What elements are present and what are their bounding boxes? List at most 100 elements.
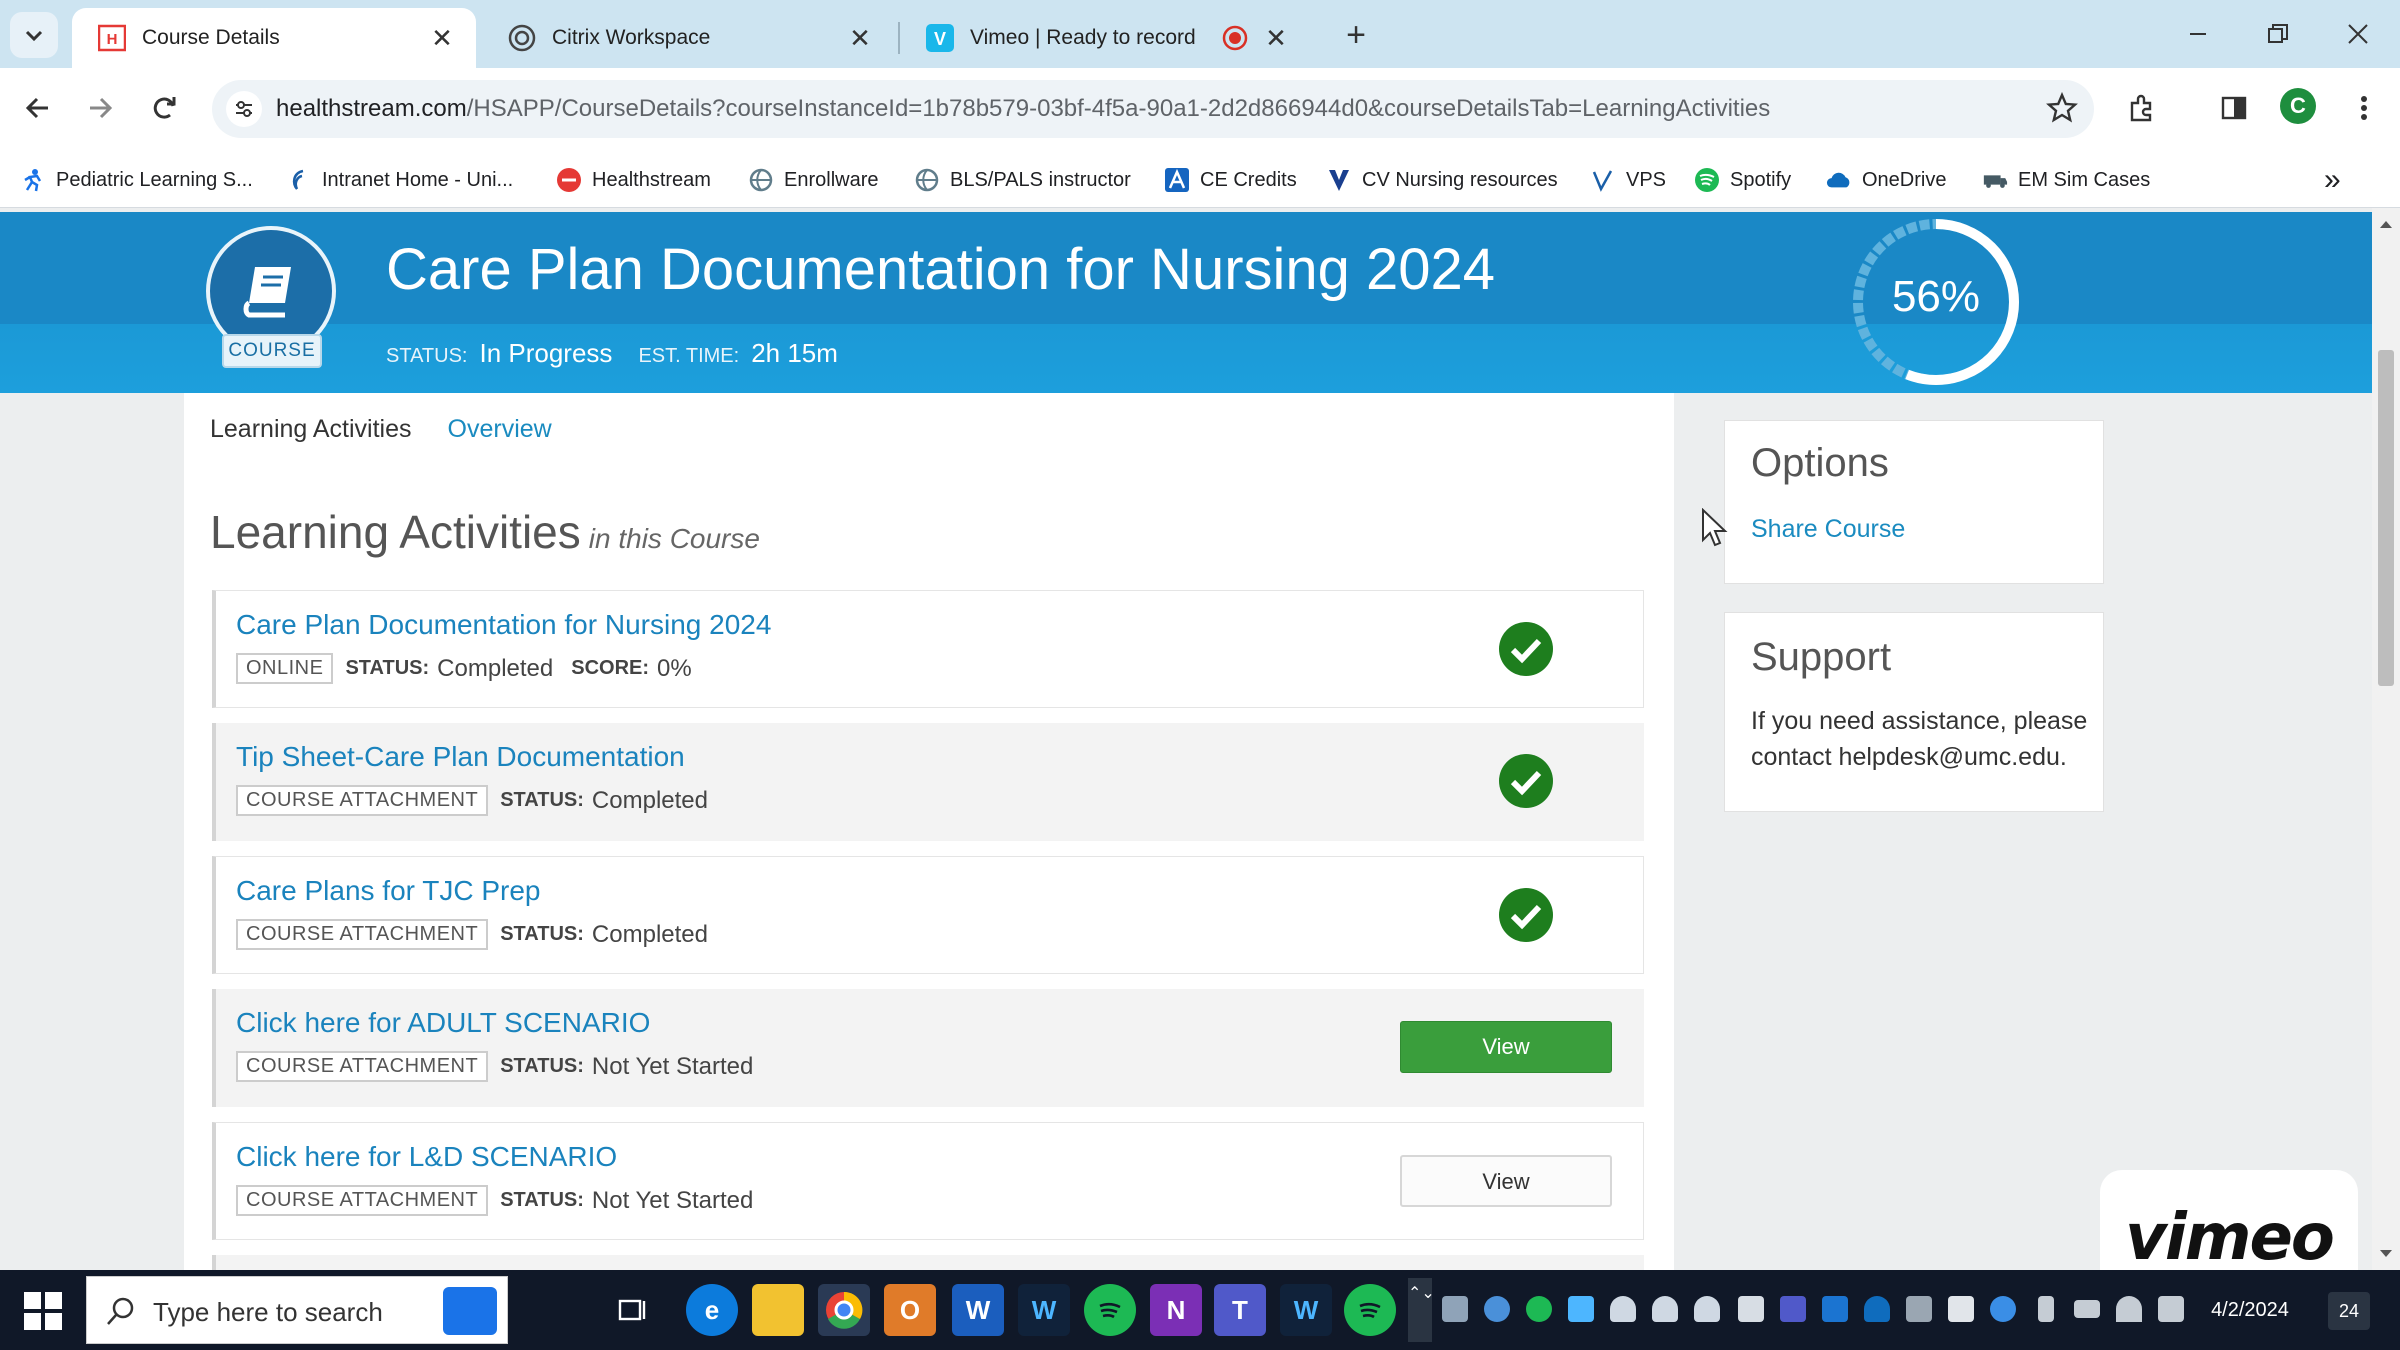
tray-app-icon[interactable]	[1906, 1296, 1932, 1322]
outlook-tray-icon[interactable]	[1822, 1296, 1848, 1322]
bookmark-enrollware[interactable]: Enrollware	[748, 152, 878, 208]
taskbar-date[interactable]: 4/2/2024	[2200, 1286, 2300, 1334]
webex-icon[interactable]: W	[1018, 1284, 1070, 1336]
volume-icon[interactable]	[2158, 1296, 2184, 1322]
windows-start-icon[interactable]	[22, 1290, 64, 1332]
cloud-tray-icon[interactable]	[1694, 1296, 1720, 1322]
arrow-right-icon	[90, 97, 113, 119]
bookmark-label: CE Credits	[1200, 168, 1297, 191]
minimize-button[interactable]	[2168, 14, 2228, 54]
close-window-button[interactable]	[2328, 14, 2388, 54]
tray-overflow-icon[interactable]: ⌃⌄	[1408, 1278, 1435, 1342]
microphone-icon[interactable]	[2038, 1296, 2054, 1322]
close-tab-icon[interactable]: ✕	[1262, 23, 1290, 53]
profile-avatar[interactable]: C	[2280, 88, 2316, 124]
teams-icon[interactable]: T	[1214, 1284, 1266, 1336]
tab-vimeo[interactable]: V Vimeo | Ready to record ✕	[900, 8, 1310, 68]
support-card: Support If you need assistance, please c…	[1724, 612, 2104, 812]
activity-title-link[interactable]: Tip Sheet-Care Plan Documentation	[236, 741, 685, 773]
tab-strip: H Course Details ✕ Citrix Workspace ✕ V …	[0, 0, 2400, 68]
word-icon[interactable]: W	[952, 1284, 1004, 1336]
bookmark-cv-nursing[interactable]: CV Nursing resources	[1326, 152, 1558, 208]
tray-app-icon[interactable]	[1484, 1296, 1510, 1322]
file-explorer-icon[interactable]	[752, 1284, 804, 1336]
score-label: SCORE:	[571, 657, 650, 679]
tab-search-button[interactable]	[10, 12, 58, 58]
activity-title-link[interactable]: Click here for ADULT SCENARIO	[236, 1007, 650, 1039]
new-tab-button[interactable]: +	[1334, 16, 1378, 56]
spotify-icon[interactable]	[1084, 1284, 1136, 1336]
address-bar[interactable]: healthstream.com/HSAPP/CourseDetails?cou…	[212, 80, 2094, 138]
bookmark-bls-pals[interactable]: BLS/PALS instructor	[914, 152, 1131, 208]
bookmark-pediatric-learning[interactable]: Pediatric Learning S...	[20, 152, 253, 208]
edge-icon[interactable]: e	[686, 1284, 738, 1336]
security-tray-icon[interactable]	[1948, 1296, 1974, 1322]
mail-tray-icon[interactable]	[1738, 1296, 1764, 1322]
reload-button[interactable]	[142, 86, 186, 130]
globe-icon	[748, 167, 774, 193]
cloud-tray-icon[interactable]	[1610, 1296, 1636, 1322]
spotify-tray-icon[interactable]	[1526, 1296, 1552, 1322]
close-tab-icon[interactable]: ✕	[846, 23, 874, 53]
forward-button[interactable]	[78, 86, 122, 130]
webex-icon[interactable]: W	[1280, 1284, 1332, 1336]
bookmarks-bar: Pediatric Learning S... Intranet Home - …	[0, 152, 2400, 208]
task-view-icon[interactable]	[606, 1284, 658, 1336]
bookmark-label: Pediatric Learning S...	[56, 168, 253, 191]
chrome-icon[interactable]	[818, 1284, 870, 1336]
activity-title-link[interactable]: Click here for L&D SCENARIO	[236, 1141, 617, 1173]
scroll-down-icon[interactable]	[2372, 1244, 2400, 1264]
activity-meta: COURSE ATTACHMENT STATUS: Not Yet Starte…	[236, 1051, 771, 1082]
restore-button[interactable]	[2248, 14, 2308, 54]
bookmark-onedrive[interactable]: OneDrive	[1826, 152, 1946, 208]
view-button[interactable]: View	[1400, 1155, 1612, 1207]
webex-tray-icon[interactable]	[1568, 1296, 1594, 1322]
bookmark-em-sim-cases[interactable]: EM Sim Cases	[1982, 152, 2150, 208]
notification-center-button[interactable]: 24	[2328, 1292, 2370, 1330]
tab-citrix-workspace[interactable]: Citrix Workspace ✕	[482, 8, 894, 68]
close-tab-icon[interactable]: ✕	[428, 23, 456, 53]
side-panel-icon[interactable]	[2214, 88, 2254, 128]
bookmark-label: BLS/PALS instructor	[950, 168, 1131, 191]
learning-activities-panel: Learning Activities Overview Learning Ac…	[184, 393, 1674, 1270]
activity-title-link[interactable]: Care Plan Documentation for Nursing 2024	[236, 609, 771, 641]
bookmark-healthstream[interactable]: Healthstream	[556, 152, 711, 208]
page-scrollbar[interactable]	[2372, 208, 2400, 1270]
tab-learning-activities[interactable]: Learning Activities	[210, 415, 412, 444]
v-logo-icon	[1590, 167, 1616, 193]
site-settings-icon[interactable]	[226, 91, 262, 127]
scroll-up-icon[interactable]	[2372, 214, 2400, 234]
status-label: STATUS:	[500, 923, 584, 945]
share-course-link[interactable]: Share Course	[1751, 515, 1905, 544]
wifi-icon[interactable]	[2116, 1296, 2142, 1322]
onenote-icon[interactable]: N	[1150, 1284, 1202, 1336]
tab-title: Course Details	[142, 26, 280, 49]
cloud-tray-icon[interactable]	[1652, 1296, 1678, 1322]
scrollbar-thumb[interactable]	[2378, 350, 2394, 686]
bookmark-star-icon[interactable]	[2046, 92, 2078, 124]
taskbar-search[interactable]: Type here to search	[86, 1276, 508, 1344]
bookmark-ce-credits[interactable]: CE Credits	[1164, 152, 1297, 208]
outlook-icon[interactable]: O	[884, 1284, 936, 1336]
more-menu-icon[interactable]	[2344, 88, 2384, 128]
view-button[interactable]: View	[1400, 1021, 1612, 1073]
more-bookmarks-button[interactable]: »	[2324, 152, 2341, 208]
tab-course-details[interactable]: H Course Details ✕	[72, 8, 476, 68]
bookmark-intranet-home[interactable]: Intranet Home - Uni...	[286, 152, 513, 208]
activity-title-link[interactable]: Care Plans for TJC Prep	[236, 875, 541, 907]
tab-title: Vimeo | Ready to record	[970, 26, 1196, 49]
spotify-icon[interactable]	[1344, 1284, 1396, 1336]
tray-app-icon[interactable]	[1442, 1296, 1468, 1322]
bluetooth-icon[interactable]	[1990, 1296, 2016, 1322]
bookmark-spotify[interactable]: Spotify	[1694, 152, 1791, 208]
search-highlight-icon	[443, 1287, 497, 1335]
extensions-icon[interactable]	[2122, 88, 2162, 128]
status-label: STATUS:	[345, 657, 430, 679]
bookmark-label: EM Sim Cases	[2018, 168, 2151, 191]
teams-tray-icon[interactable]	[1780, 1296, 1806, 1322]
battery-icon[interactable]	[2074, 1300, 2100, 1318]
back-button[interactable]	[16, 86, 60, 130]
tab-overview[interactable]: Overview	[448, 415, 552, 444]
bookmark-vps[interactable]: VPS	[1590, 152, 1666, 208]
onedrive-tray-icon[interactable]	[1864, 1296, 1890, 1322]
